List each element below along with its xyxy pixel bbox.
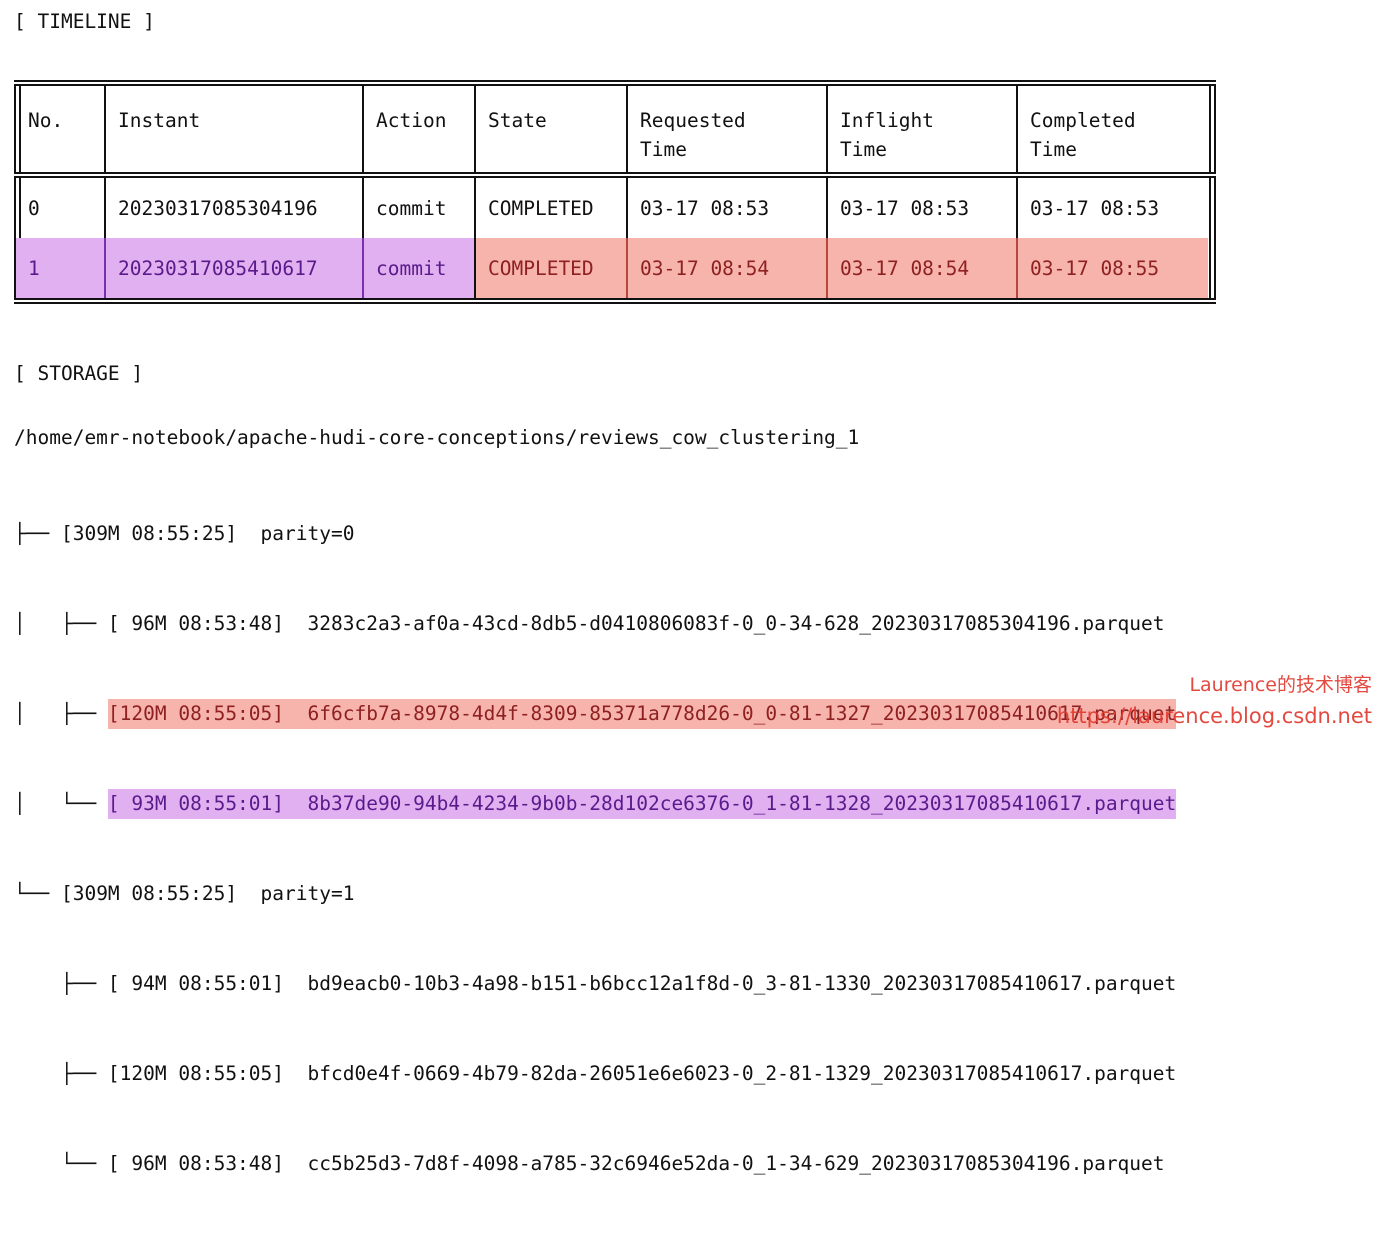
tree-branch-glyph: └── [14,1151,108,1175]
watermark-url: https://laurence.blog.csdn.net [1056,704,1372,728]
cell-inflight-time: 03-17 08:54 [826,238,1016,298]
column-header-instant-label: Instant [118,109,201,132]
column-header-action: Action [362,86,474,172]
column-header-completed-time-line1: Completed [1030,109,1136,132]
tree-branch-glyph: └── [14,881,61,905]
column-header-requested-time-line1: Requested [640,109,746,132]
storage-section-label: [ STORAGE ] [14,362,144,385]
cell-completed-time: 03-17 08:53 [1016,178,1208,238]
tree-entry-text: [ 94M 08:55:01] bd9eacb0-10b3-4a98-b151-… [107,971,1177,995]
table-header-row: No. Instant Action State Requested Time … [14,86,1216,172]
tree-line: ├── [120M 08:55:05] bfcd0e4f-0669-4b79-8… [14,1058,1176,1090]
tree-branch-glyph: ├── [14,971,108,995]
column-header-no: No. [16,86,104,172]
tree-line: ├── [309M 08:55:25] parity=0 [14,518,354,550]
cell-instant: 20230317085410617 [104,238,362,298]
tree-line: │ ├── [120M 08:55:05] 6f6cfb7a-8978-4d4f… [14,698,1177,730]
column-header-state-label: State [488,109,547,132]
column-header-completed-time-line2: Time [1030,138,1077,161]
cell-requested-time: 03-17 08:53 [626,178,826,238]
tree-entry-text: [ 96M 08:53:48] cc5b25d3-7d8f-4098-a785-… [107,1151,1165,1175]
column-header-state: State [474,86,626,172]
tree-entry-text: [120M 08:55:05] 6f6cfb7a-8978-4d4f-8309-… [107,698,1177,729]
tree-branch-glyph: │ ├── [14,611,108,635]
column-header-inflight-time-line1: Inflight [840,109,934,132]
timeline-section-label: [ TIMELINE ] [14,10,155,33]
cell-no: 0 [28,196,40,220]
tree-branch-glyph: ├── [14,1061,108,1085]
column-header-completed-time: Completed Time [1016,86,1208,172]
cell-state: COMPLETED [474,238,626,298]
cell-requested-time: 03-17 08:54 [626,238,826,298]
cell-completed-time: 03-17 08:55 [1016,238,1208,298]
cell-inflight-time: 03-17 08:53 [826,178,1016,238]
tree-entry-text: [ 96M 08:53:48] 3283c2a3-af0a-43cd-8db5-… [107,611,1165,635]
column-header-requested-time: Requested Time [626,86,826,172]
terminal-output: [ TIMELINE ] No. Instant Action State Re… [0,0,1380,1175]
tree-line: ├── [ 94M 08:55:01] bd9eacb0-10b3-4a98-b… [14,968,1176,1000]
column-header-inflight-time-line2: Time [840,138,887,161]
column-header-no-label: No. [28,109,64,132]
tree-line: │ └── [ 93M 08:55:01] 8b37de90-94b4-4234… [14,788,1177,820]
cell-instant: 20230317085304196 [104,178,362,238]
tree-entry-text: [309M 08:55:25] parity=1 [60,881,355,905]
timeline-table: No. Instant Action State Requested Time … [14,80,1216,304]
table-row: 0 20230317085304196 commit COMPLETED 03-… [14,178,1216,238]
tree-branch-glyph: │ └── [14,791,108,815]
tree-branch-glyph: │ ├── [14,701,108,725]
cell-no: 1 [16,238,104,298]
tree-entry-text: [309M 08:55:25] parity=0 [60,521,355,545]
cell-action: commit [362,238,474,298]
tree-line: │ ├── [ 96M 08:53:48] 3283c2a3-af0a-43cd… [14,608,1165,640]
table-row: 1 20230317085410617 commit COMPLETED 03-… [14,238,1216,298]
column-header-requested-time-line2: Time [640,138,687,161]
tree-line: └── [309M 08:55:25] parity=1 [14,878,354,910]
storage-root-path: /home/emr-notebook/apache-hudi-core-conc… [14,426,860,449]
storage-file-tree: ├── [309M 08:55:25] parity=0 │ ├── [ 96M… [14,459,1177,1238]
tree-entry-text: [120M 08:55:05] bfcd0e4f-0669-4b79-82da-… [107,1061,1177,1085]
tree-branch-glyph: ├── [14,521,61,545]
cell-action: commit [362,178,474,238]
column-header-instant: Instant [104,86,362,172]
cell-state: COMPLETED [474,178,626,238]
tree-line: └── [ 96M 08:53:48] cc5b25d3-7d8f-4098-a… [14,1148,1165,1180]
column-header-action-label: Action [376,109,447,132]
column-header-inflight-time: Inflight Time [826,86,1016,172]
table-bottom-border [14,298,1216,304]
tree-entry-text: [ 93M 08:55:01] 8b37de90-94b4-4234-9b0b-… [107,788,1177,819]
watermark-chinese-text: Laurence的技术博客 [1189,674,1372,696]
